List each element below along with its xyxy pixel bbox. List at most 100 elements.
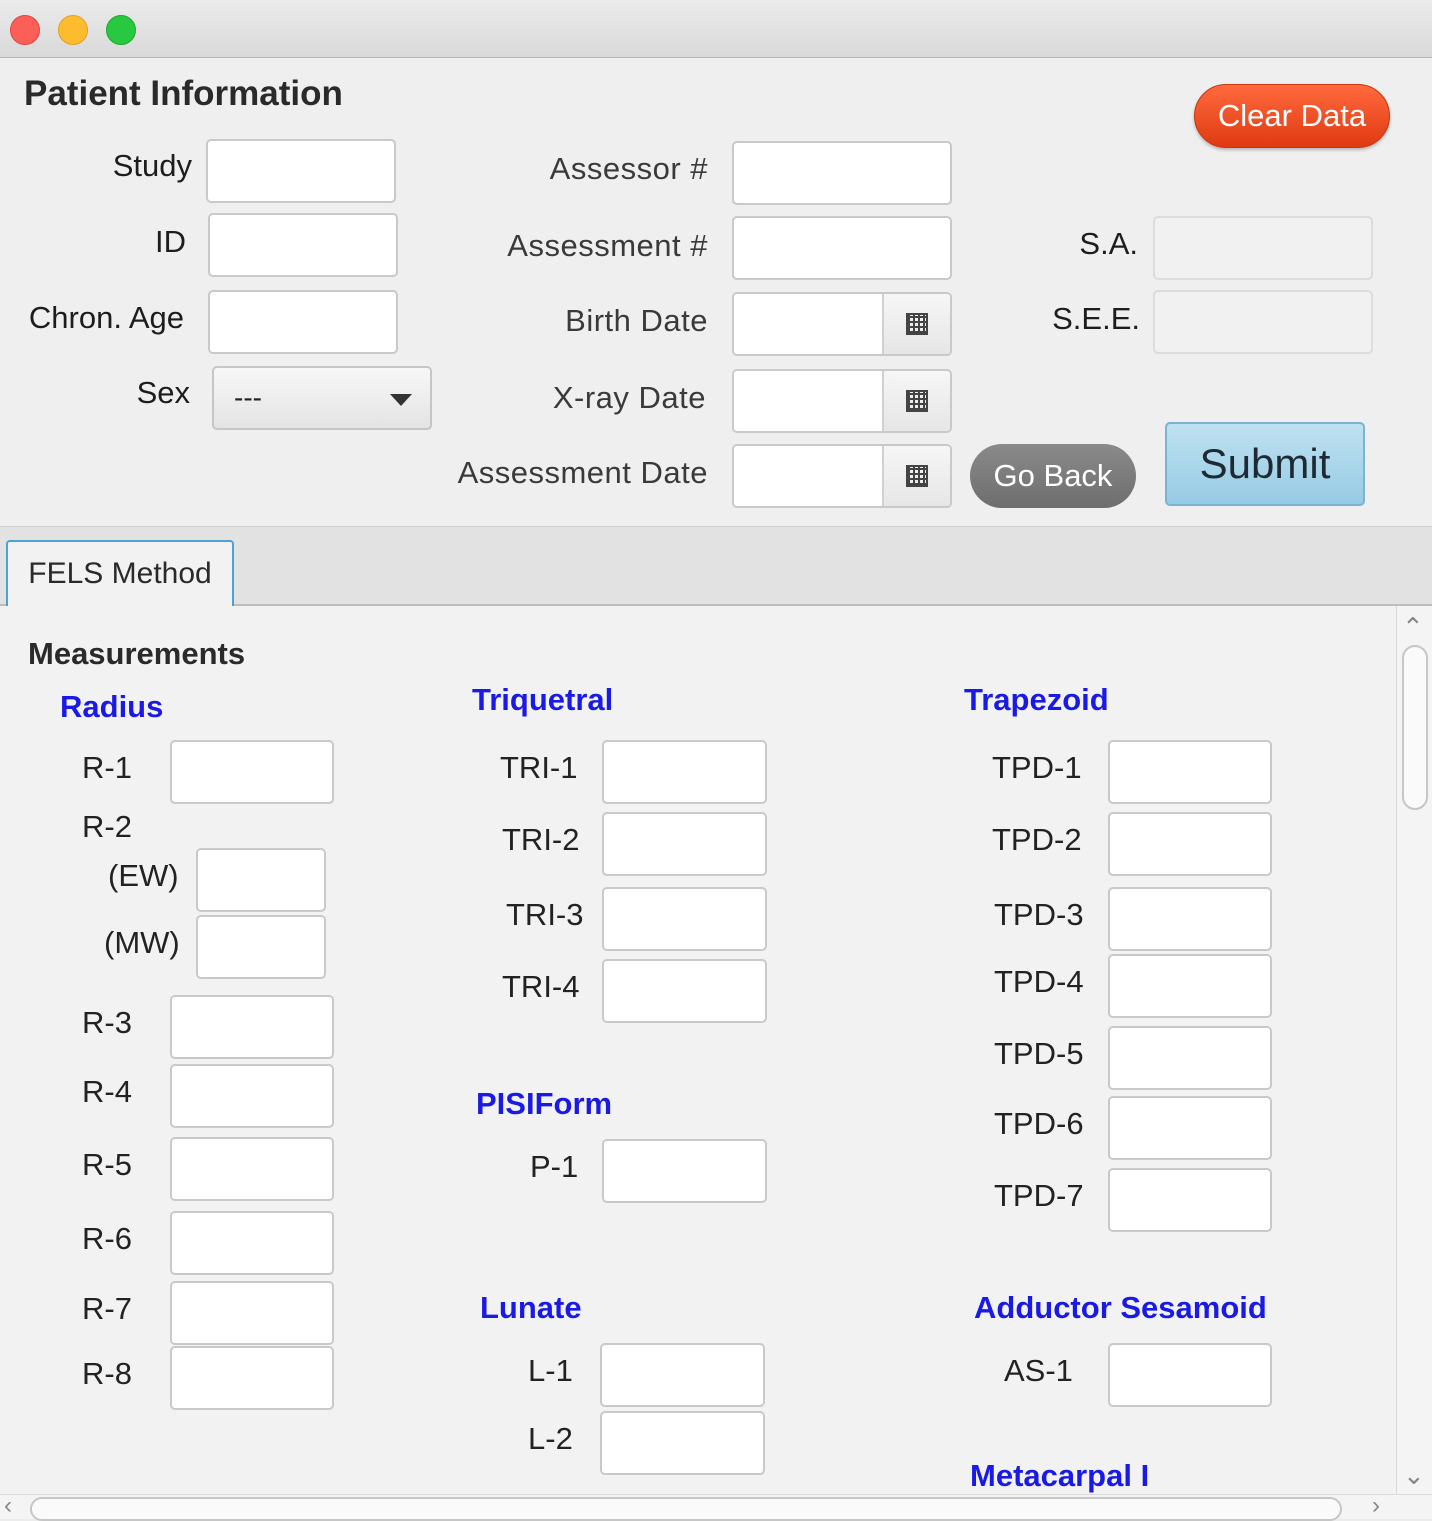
assessment-date-label: Assessment Date (457, 455, 708, 490)
tpd2-label: TPD-2 (992, 822, 1082, 857)
tpd4-label: TPD-4 (994, 964, 1084, 999)
xray-date-field[interactable] (734, 371, 882, 431)
id-label: ID (155, 224, 186, 259)
calendar-icon (906, 465, 928, 487)
calendar-icon (906, 313, 928, 335)
r3-field[interactable] (170, 995, 334, 1059)
submit-button[interactable]: Submit (1165, 422, 1365, 506)
sa-label: S.A. (1079, 226, 1138, 261)
tpd2-field[interactable] (1108, 812, 1272, 876)
chevron-left-icon[interactable]: ‹ (4, 1494, 12, 1518)
r2-ew-label: (EW) (108, 858, 179, 893)
as1-field[interactable] (1108, 1343, 1272, 1407)
minimize-icon[interactable] (58, 15, 88, 45)
r7-label: R-7 (82, 1291, 132, 1326)
r4-field[interactable] (170, 1064, 334, 1128)
tri2-field[interactable] (602, 812, 767, 876)
id-field[interactable] (208, 213, 398, 277)
horizontal-scroll-thumb[interactable] (30, 1497, 1342, 1521)
r2-label: R-2 (82, 809, 132, 844)
chron-age-field[interactable] (208, 290, 398, 354)
window-titlebar (0, 0, 1432, 58)
l1-field[interactable] (600, 1343, 765, 1407)
tpd4-field[interactable] (1108, 954, 1272, 1018)
birth-date-label: Birth Date (565, 303, 708, 338)
assessment-date-picker (732, 444, 952, 508)
xray-date-picker (732, 369, 952, 433)
study-field[interactable] (206, 139, 396, 203)
adductor-sesamoid-title: Adductor Sesamoid (974, 1290, 1267, 1325)
tri3-field[interactable] (602, 887, 767, 951)
l2-field[interactable] (600, 1411, 765, 1475)
tpd1-label: TPD-1 (992, 750, 1082, 785)
xray-date-calendar-button[interactable] (882, 371, 950, 431)
metacarpal-title: Metacarpal I (970, 1458, 1150, 1493)
chevron-down-icon[interactable]: ⌄ (1403, 1462, 1425, 1488)
r7-field[interactable] (170, 1281, 334, 1345)
tri4-label: TRI-4 (502, 969, 580, 1004)
trapezoid-title: Trapezoid (964, 682, 1109, 717)
sex-label: Sex (136, 375, 190, 410)
assessment-date-field[interactable] (734, 446, 882, 506)
sex-select-value: --- (234, 382, 262, 413)
l2-label: L-2 (528, 1421, 573, 1456)
measurements-heading: Measurements (28, 636, 246, 671)
r8-label: R-8 (82, 1356, 132, 1391)
pisiform-title: PISIForm (476, 1086, 613, 1121)
birth-date-picker (732, 292, 952, 356)
r5-field[interactable] (170, 1137, 334, 1201)
assessment-number-label: Assessment # (507, 228, 708, 263)
tpd6-label: TPD-6 (994, 1106, 1084, 1141)
chevron-down-icon (390, 394, 412, 406)
patient-info-heading: Patient Information (24, 74, 343, 113)
close-icon[interactable] (10, 15, 40, 45)
birth-date-field[interactable] (734, 294, 882, 354)
triquetral-title: Triquetral (472, 682, 614, 717)
r6-field[interactable] (170, 1211, 334, 1275)
assessment-date-calendar-button[interactable] (882, 446, 950, 506)
r4-label: R-4 (82, 1074, 132, 1109)
birth-date-calendar-button[interactable] (882, 294, 950, 354)
tpd5-label: TPD-5 (994, 1036, 1084, 1071)
r2-ew-field[interactable] (196, 848, 326, 912)
tri4-field[interactable] (602, 959, 767, 1023)
tpd6-field[interactable] (1108, 1096, 1272, 1160)
sex-select[interactable]: --- (212, 366, 432, 430)
p1-label: P-1 (530, 1149, 579, 1184)
chevron-right-icon[interactable]: › (1372, 1494, 1380, 1518)
r2-mw-field[interactable] (196, 915, 326, 979)
calendar-icon (906, 390, 928, 412)
tri3-label: TRI-3 (506, 897, 584, 932)
r5-label: R-5 (82, 1147, 132, 1182)
r3-label: R-3 (82, 1005, 132, 1040)
zoom-icon[interactable] (106, 15, 136, 45)
p1-field[interactable] (602, 1139, 767, 1203)
see-label: S.E.E. (1052, 301, 1140, 336)
r2-mw-label: (MW) (104, 925, 180, 960)
xray-date-label: X-ray Date (552, 380, 706, 415)
tpd5-field[interactable] (1108, 1026, 1272, 1090)
r8-field[interactable] (170, 1346, 334, 1410)
tab-fels-method[interactable]: FELS Method (6, 540, 234, 606)
study-label: Study (112, 148, 192, 183)
l1-label: L-1 (528, 1353, 573, 1388)
tpd3-field[interactable] (1108, 887, 1272, 951)
assessment-number-field[interactable] (732, 216, 952, 280)
chron-age-label: Chron. Age (28, 300, 184, 335)
chevron-up-icon[interactable]: ⌃ (1402, 614, 1424, 640)
tri1-field[interactable] (602, 740, 767, 804)
see-field (1153, 290, 1373, 354)
tri2-label: TRI-2 (502, 822, 580, 857)
tpd1-field[interactable] (1108, 740, 1272, 804)
as1-label: AS-1 (1004, 1353, 1073, 1388)
tpd7-field[interactable] (1108, 1168, 1272, 1232)
lunate-title: Lunate (480, 1290, 582, 1325)
clear-data-button[interactable]: Clear Data (1194, 84, 1390, 148)
r1-field[interactable] (170, 740, 334, 804)
r6-label: R-6 (82, 1221, 132, 1256)
go-back-button[interactable]: Go Back (970, 444, 1136, 508)
assessor-field[interactable] (732, 141, 952, 205)
assessor-label: Assessor # (549, 151, 708, 186)
vertical-scroll-thumb[interactable] (1402, 645, 1428, 810)
tri1-label: TRI-1 (500, 750, 578, 785)
